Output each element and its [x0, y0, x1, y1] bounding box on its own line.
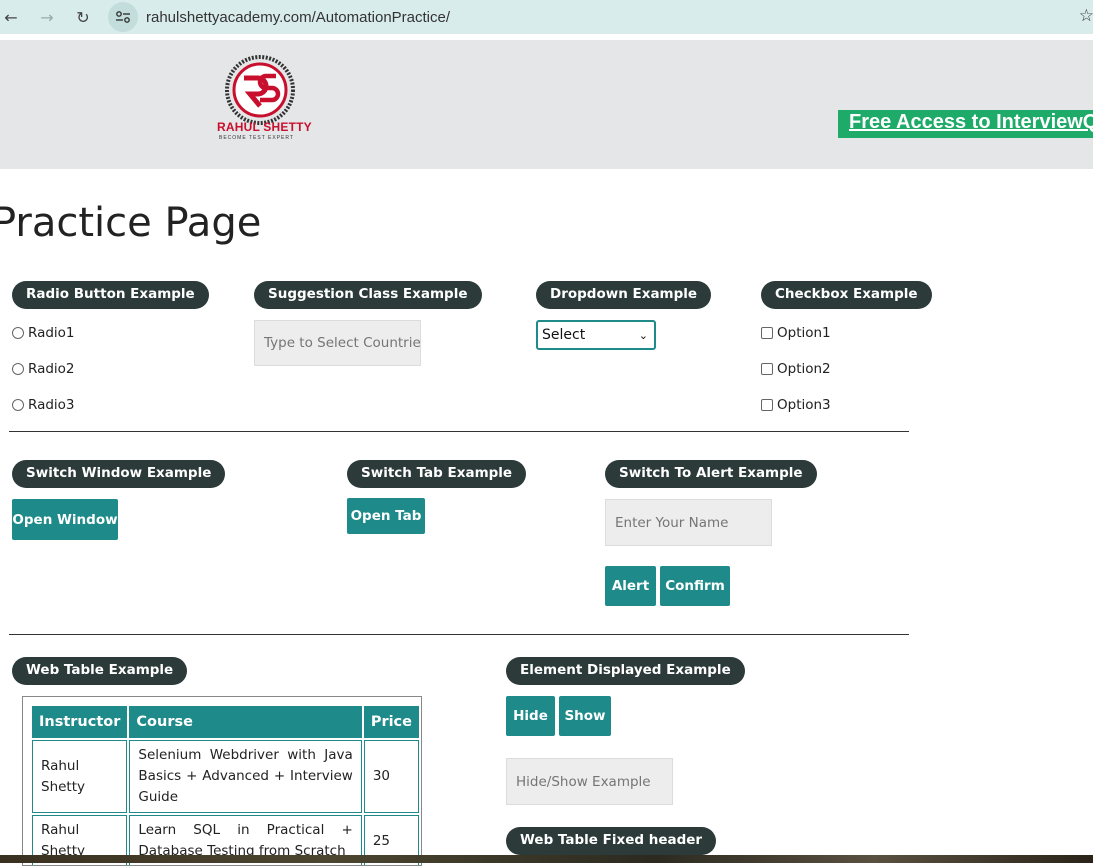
page-title: Practice Page	[0, 200, 262, 246]
header-price: Price	[363, 706, 419, 738]
forward-icon[interactable]: →	[36, 6, 58, 28]
fixed-header-legend: Web Table Fixed header	[506, 827, 717, 855]
show-button[interactable]: Show	[559, 696, 611, 736]
radio-button[interactable]	[12, 363, 24, 375]
url-text: rahulshettyacademy.com/AutomationPractic…	[146, 8, 451, 26]
header-course: Course	[129, 706, 362, 738]
hide-button[interactable]: Hide	[506, 696, 555, 736]
radio-option-3[interactable]: Radio3	[12, 397, 75, 413]
table-row: Rahul Shetty Selenium Webdriver with Jav…	[32, 740, 419, 813]
alert-legend: Switch To Alert Example	[605, 460, 817, 488]
radio-button[interactable]	[12, 399, 24, 411]
checkbox-option-3[interactable]: Option3	[761, 397, 831, 413]
bookmark-star-icon[interactable]: ☆	[1079, 6, 1093, 26]
logo-tagline: BECOME TEST EXPERT	[219, 135, 294, 141]
alert-button[interactable]: Alert	[605, 566, 656, 606]
checkbox-option-1[interactable]: Option1	[761, 325, 831, 341]
dropdown-select[interactable]: Select ⌄	[536, 320, 656, 350]
cell-instructor: Rahul Shetty	[32, 740, 128, 813]
radio-option-2[interactable]: Radio2	[12, 361, 75, 377]
checkbox[interactable]	[761, 363, 773, 375]
header-instructor: Instructor	[32, 706, 128, 738]
address-bar[interactable]: rahulshettyacademy.com/AutomationPractic…	[108, 1, 1093, 33]
autocomplete-input[interactable]: Type to Select Countries	[254, 320, 421, 366]
radio-legend: Radio Button Example	[12, 281, 209, 309]
table-header-row: Instructor Course Price	[32, 706, 419, 738]
radio-option-1[interactable]: Radio1	[12, 325, 75, 341]
footer-image	[0, 855, 1093, 863]
divider	[9, 634, 909, 635]
promo-link[interactable]: Free Access to InterviewQ	[838, 110, 1093, 138]
cell-price: 30	[363, 740, 419, 813]
chevron-down-icon: ⌄	[638, 328, 648, 342]
dropdown-selected-value: Select	[542, 327, 586, 343]
switch-tab-legend: Switch Tab Example	[347, 460, 527, 488]
site-info-icon[interactable]	[108, 2, 138, 32]
checkbox-legend: Checkbox Example	[761, 281, 932, 309]
logo-text: RAHUL SHETTY	[217, 120, 312, 134]
checkbox[interactable]	[761, 327, 773, 339]
hide-show-input[interactable]: Hide/Show Example	[506, 758, 673, 805]
confirm-button[interactable]: Confirm	[660, 566, 730, 606]
web-table-legend: Web Table Example	[12, 657, 188, 685]
name-input[interactable]: Enter Your Name	[605, 499, 772, 546]
radio-button[interactable]	[12, 327, 24, 339]
switch-window-legend: Switch Window Example	[12, 460, 226, 488]
checkbox-option-2[interactable]: Option2	[761, 361, 831, 377]
back-icon[interactable]: ←	[0, 6, 22, 28]
dropdown-legend: Dropdown Example	[536, 281, 712, 309]
open-tab-button[interactable]: Open Tab	[347, 498, 425, 534]
open-window-button[interactable]: Open Window	[12, 499, 118, 540]
site-header: RAHUL SHETTY BECOME TEST EXPERT Free Acc…	[0, 40, 1093, 169]
web-table-container: Instructor Course Price Rahul Shetty Sel…	[22, 696, 422, 866]
courses-table: Instructor Course Price Rahul Shetty Sel…	[30, 704, 421, 865]
reload-icon[interactable]: ↻	[72, 6, 94, 28]
cell-course: Selenium Webdriver with Java Basics + Ad…	[129, 740, 362, 813]
element-displayed-legend: Element Displayed Example	[506, 657, 745, 685]
suggestion-legend: Suggestion Class Example	[254, 281, 482, 309]
checkbox[interactable]	[761, 399, 773, 411]
browser-toolbar: ← → ↻ rahulshettyacademy.com/AutomationP…	[0, 0, 1093, 34]
divider	[9, 431, 909, 432]
